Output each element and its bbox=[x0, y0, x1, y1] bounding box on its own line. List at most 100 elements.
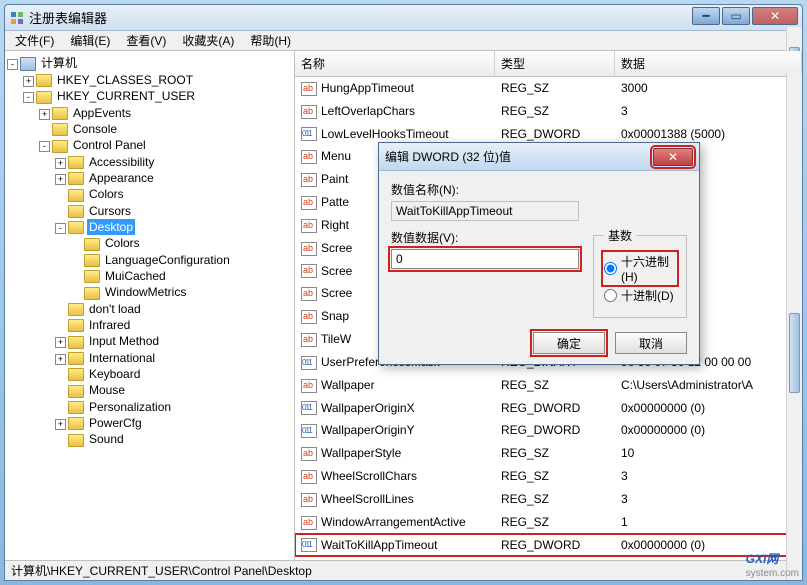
tree-item[interactable]: Colors bbox=[87, 186, 126, 202]
tree-item[interactable]: HKEY_CLASSES_ROOT bbox=[55, 72, 195, 88]
cancel-button[interactable]: 取消 bbox=[615, 332, 687, 354]
dialog-close-button[interactable]: ✕ bbox=[653, 148, 693, 166]
radio-dec[interactable] bbox=[604, 289, 617, 302]
tree-root[interactable]: 计算机 bbox=[39, 55, 79, 71]
list-row[interactable]: WaitToKillAppTimeoutREG_DWORD0x00000000 … bbox=[295, 534, 802, 557]
tree-item[interactable]: HKEY_CURRENT_USER bbox=[55, 88, 197, 104]
tree-item[interactable]: Colors bbox=[103, 235, 142, 251]
list-row[interactable]: WallpaperStyleREG_SZ10 bbox=[295, 442, 802, 465]
computer-icon bbox=[20, 57, 36, 71]
tree-item[interactable]: MuiCached bbox=[103, 268, 168, 284]
value-icon bbox=[301, 401, 317, 415]
tree-item[interactable]: PowerCfg bbox=[87, 415, 144, 431]
menu-edit[interactable]: 编辑(E) bbox=[64, 30, 116, 51]
radio-hex[interactable] bbox=[604, 262, 617, 275]
value-icon bbox=[301, 447, 317, 461]
base-legend: 基数 bbox=[604, 227, 636, 244]
tree-item[interactable]: Mouse bbox=[87, 382, 127, 398]
tree-toggle[interactable]: + bbox=[39, 109, 50, 120]
tree-toggle[interactable]: + bbox=[55, 158, 66, 169]
tree-toggle[interactable]: - bbox=[55, 223, 66, 234]
tree-item[interactable]: Appearance bbox=[87, 170, 156, 186]
tree-item[interactable]: Sound bbox=[87, 431, 126, 447]
folder-icon bbox=[68, 303, 84, 316]
value-name-label: 数值名称(N): bbox=[391, 181, 687, 198]
folder-icon bbox=[68, 189, 84, 202]
tree-item[interactable]: Cursors bbox=[87, 203, 133, 219]
base-fieldset: 基数 十六进制(H) 十进制(D) bbox=[593, 227, 687, 318]
tree-toggle[interactable]: + bbox=[55, 419, 66, 430]
radio-dec-label: 十进制(D) bbox=[621, 287, 674, 304]
value-icon bbox=[301, 356, 317, 370]
tree-item[interactable]: Input Method bbox=[87, 333, 161, 349]
tree-item[interactable]: Keyboard bbox=[87, 366, 142, 382]
value-icon bbox=[301, 196, 317, 210]
folder-icon bbox=[68, 401, 84, 414]
list-row[interactable]: HungAppTimeoutREG_SZ3000 bbox=[295, 77, 802, 100]
value-icon bbox=[301, 516, 317, 530]
value-data-label: 数值数据(V): bbox=[391, 229, 579, 246]
registry-tree[interactable]: - 计算机 + HKEY_CLASSES_ROOT - HKEY_CURRENT_USER… bbox=[5, 51, 295, 560]
value-icon bbox=[301, 310, 317, 324]
tree-toggle[interactable]: - bbox=[39, 141, 50, 152]
list-header: 名称 类型 数据 bbox=[295, 51, 802, 77]
col-data[interactable]: 数据 bbox=[615, 51, 802, 76]
dialog-titlebar[interactable]: 编辑 DWORD (32 位)值 ✕ bbox=[379, 143, 699, 171]
list-row[interactable]: WindowArrangementActiveREG_SZ1 bbox=[295, 511, 802, 534]
list-row[interactable]: WallpaperOriginXREG_DWORD0x00000000 (0) bbox=[295, 397, 802, 420]
app-icon bbox=[9, 10, 25, 26]
tree-item[interactable]: Infrared bbox=[87, 317, 132, 333]
tree-toggle[interactable]: - bbox=[23, 92, 34, 103]
tree-item[interactable]: Control Panel bbox=[71, 137, 148, 153]
value-icon bbox=[301, 105, 317, 119]
list-row[interactable]: WheelScrollCharsREG_SZ3 bbox=[295, 465, 802, 488]
watermark: GXI网 system.com bbox=[746, 547, 799, 579]
tree-toggle[interactable]: + bbox=[23, 76, 34, 87]
list-row[interactable]: WheelScrollLinesREG_SZ3 bbox=[295, 488, 802, 511]
value-data-input[interactable] bbox=[391, 249, 579, 269]
tree-toggle[interactable]: + bbox=[55, 174, 66, 185]
tree-item[interactable]: Accessibility bbox=[87, 154, 156, 170]
minimize-button[interactable]: ━ bbox=[692, 7, 720, 25]
folder-icon bbox=[36, 74, 52, 87]
tree-item[interactable]: Personalization bbox=[87, 399, 173, 415]
statusbar: 计算机\HKEY_CURRENT_USER\Control Panel\Desk… bbox=[5, 560, 802, 580]
folder-icon bbox=[68, 368, 84, 381]
list-row[interactable]: LeftOverlapCharsREG_SZ3 bbox=[295, 100, 802, 123]
window-close-button[interactable]: ✕ bbox=[752, 7, 798, 25]
value-icon bbox=[301, 493, 317, 507]
tree-toggle[interactable]: + bbox=[55, 354, 66, 365]
tree-item[interactable]: AppEvents bbox=[71, 105, 133, 121]
col-name[interactable]: 名称 bbox=[295, 51, 495, 76]
menubar: 文件(F) 编辑(E) 查看(V) 收藏夹(A) 帮助(H) bbox=[5, 31, 802, 51]
ok-button[interactable]: 确定 bbox=[533, 332, 605, 354]
tree-item[interactable]: LanguageConfiguration bbox=[103, 252, 232, 268]
folder-icon bbox=[68, 434, 84, 447]
tree-toggle[interactable]: + bbox=[55, 337, 66, 348]
menu-help[interactable]: 帮助(H) bbox=[244, 30, 297, 51]
menu-view[interactable]: 查看(V) bbox=[120, 30, 172, 51]
tree-item[interactable]: Console bbox=[71, 121, 119, 137]
tree-item[interactable]: International bbox=[87, 350, 157, 366]
titlebar[interactable]: 注册表编辑器 ━ ▭ ✕ bbox=[5, 5, 802, 31]
menu-file[interactable]: 文件(F) bbox=[9, 30, 60, 51]
folder-icon bbox=[84, 254, 100, 267]
folder-icon bbox=[68, 385, 84, 398]
value-icon bbox=[301, 127, 317, 141]
value-icon bbox=[301, 150, 317, 164]
list-row[interactable]: WallpaperREG_SZC:\Users\Administrator\A bbox=[295, 374, 802, 397]
folder-icon bbox=[52, 123, 68, 136]
value-icon bbox=[301, 379, 317, 393]
tree-item[interactable]: WindowMetrics bbox=[103, 284, 188, 300]
folder-icon bbox=[68, 336, 84, 349]
col-type[interactable]: 类型 bbox=[495, 51, 615, 76]
list-row[interactable]: WallpaperOriginYREG_DWORD0x00000000 (0) bbox=[295, 419, 802, 442]
edit-dword-dialog: 编辑 DWORD (32 位)值 ✕ 数值名称(N): WaitToKillAp… bbox=[378, 142, 700, 365]
tree-item[interactable]: don't load bbox=[87, 301, 143, 317]
maximize-button[interactable]: ▭ bbox=[722, 7, 750, 25]
list-scrollbar[interactable] bbox=[786, 73, 802, 560]
folder-icon bbox=[68, 319, 84, 332]
menu-favorites[interactable]: 收藏夹(A) bbox=[176, 30, 240, 51]
tree-item[interactable]: Desktop bbox=[87, 219, 135, 235]
value-icon bbox=[301, 264, 317, 278]
